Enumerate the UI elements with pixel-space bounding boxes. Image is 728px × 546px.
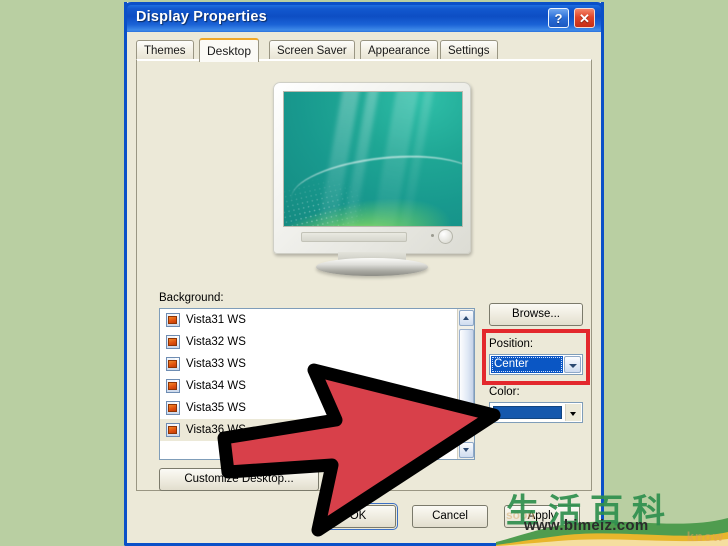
image-file-icon xyxy=(166,313,180,327)
ok-button[interactable]: OK xyxy=(318,503,398,530)
list-scrollbar[interactable] xyxy=(457,309,474,459)
background-label: Background: xyxy=(159,292,224,304)
cancel-button[interactable]: Cancel xyxy=(412,505,488,528)
chevron-down-icon[interactable] xyxy=(565,404,581,421)
list-item-label: Vista33 WS xyxy=(186,358,246,370)
image-file-icon xyxy=(166,423,180,437)
list-item-label: Vista35 WS xyxy=(186,402,246,414)
monitor-body xyxy=(273,82,471,254)
window-titlebar: Display Properties ? ✕ xyxy=(124,2,604,32)
display-properties-dialog: Display Properties ? ✕ Themes Desktop Sc… xyxy=(124,2,604,546)
image-file-icon xyxy=(166,357,180,371)
list-item[interactable]: Vista31 WS xyxy=(160,309,474,331)
list-item[interactable]: Vista35 WS xyxy=(160,397,474,419)
background-list[interactable]: Vista31 WS Vista32 WS Vista33 WS Vista34… xyxy=(159,308,475,460)
list-item[interactable]: Vista33 WS xyxy=(160,353,474,375)
tab-desktop[interactable]: Desktop xyxy=(199,38,260,62)
list-item-label: Vista31 WS xyxy=(186,314,246,326)
tab-settings[interactable]: Settings xyxy=(440,40,498,60)
position-highlight-annotation xyxy=(482,329,590,385)
monitor-preview xyxy=(261,82,483,286)
image-file-icon xyxy=(166,401,180,415)
browse-button[interactable]: Browse... xyxy=(489,303,583,326)
list-item[interactable]: Vista32 WS xyxy=(160,331,474,353)
list-item-label: Vista36 WS xyxy=(186,424,246,436)
scrollbar-thumb[interactable] xyxy=(459,329,474,433)
customize-desktop-button[interactable]: Customize Desktop... xyxy=(159,468,319,491)
color-label: Color: xyxy=(489,386,520,398)
tab-appearance[interactable]: Appearance xyxy=(360,40,439,60)
wallpaper-preview xyxy=(283,91,463,227)
color-swatch xyxy=(493,406,562,419)
watermark: soon 生活百科 www.bimeiz.com know xyxy=(496,484,728,546)
list-item-selected[interactable]: Vista36 WS xyxy=(160,419,474,441)
close-icon[interactable]: ✕ xyxy=(574,8,595,28)
window-title: Display Properties xyxy=(136,9,267,25)
monitor-base xyxy=(316,258,428,276)
color-dropdown[interactable] xyxy=(489,402,583,423)
scroll-up-icon[interactable] xyxy=(459,310,474,326)
monitor-power-button-icon xyxy=(438,229,453,244)
list-item-label: Vista34 WS xyxy=(186,380,246,392)
tab-themes[interactable]: Themes xyxy=(136,40,194,60)
tab-screen-saver[interactable]: Screen Saver xyxy=(269,40,355,60)
tab-strip: Themes Desktop Screen Saver Appearance S… xyxy=(136,38,592,62)
watermark-ghost-right: know xyxy=(686,529,724,544)
watermark-url: www.bimeiz.com xyxy=(524,517,649,534)
screenshot-root: Display Properties ? ✕ Themes Desktop Sc… xyxy=(0,0,728,546)
help-icon[interactable]: ? xyxy=(548,8,569,28)
list-item[interactable]: Vista34 WS xyxy=(160,375,474,397)
scroll-down-icon[interactable] xyxy=(459,442,474,458)
image-file-icon xyxy=(166,335,180,349)
desktop-tab-panel: Background: Vista31 WS Vista32 WS Vista3… xyxy=(136,59,592,491)
image-file-icon xyxy=(166,379,180,393)
list-item-label: Vista32 WS xyxy=(186,336,246,348)
monitor-bezel xyxy=(283,228,461,246)
